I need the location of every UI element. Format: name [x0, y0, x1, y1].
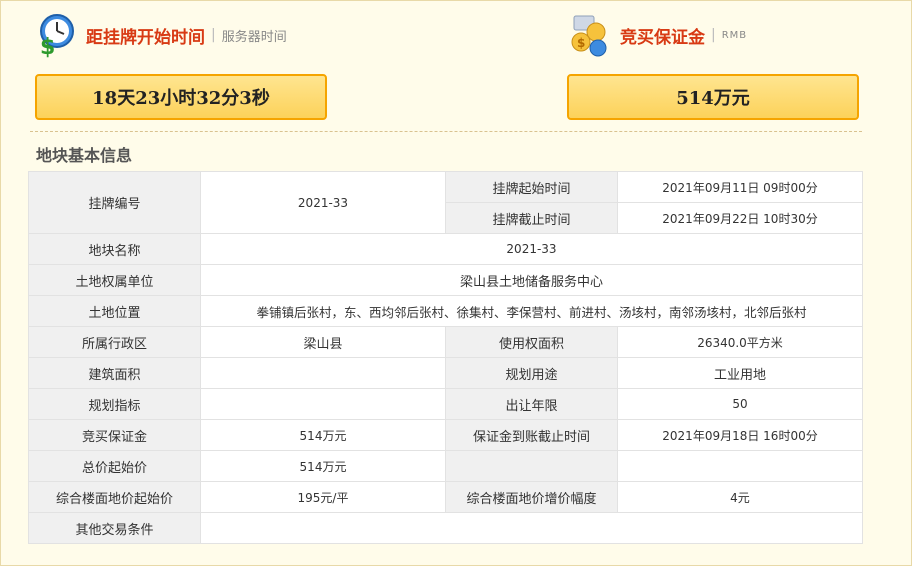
cell-label: 竞买保证金 — [28, 419, 201, 451]
countdown-title: 距挂牌开始时间 — [86, 27, 205, 48]
table-row: 综合楼面地价起始价 195元/平 综合楼面地价增价幅度 4元 — [28, 481, 863, 513]
cell-label: 总价起始价 — [28, 450, 201, 482]
cell-label: 使用权面积 — [445, 326, 618, 358]
cell-value — [617, 450, 863, 482]
cell-label: 保证金到账截止时间 — [445, 419, 618, 451]
coins-icon: $ — [571, 15, 607, 57]
cell-value: 26340.0平方米 — [617, 326, 863, 358]
cell-value: 2021-33 — [200, 171, 446, 234]
table-row: 所属行政区 梁山县 使用权面积 26340.0平方米 — [28, 326, 863, 358]
deposit-title: 竞买保证金 — [620, 27, 705, 48]
cell-value: 2021年09月18日 16时00分 — [617, 419, 863, 451]
cell-label: 规划指标 — [28, 388, 201, 420]
table-row: 土地位置 拳铺镇后张村，东、西均邻后张村、徐集村、李保营村、前进村、汤垓村，南邻… — [28, 295, 863, 327]
cell-label: 规划用途 — [445, 357, 618, 389]
table-row: 建筑面积 规划用途 工业用地 — [28, 357, 863, 389]
land-info-table: 挂牌编号 2021-33 挂牌起始时间 2021年09月11日 09时00分 挂… — [28, 171, 863, 544]
svg-text:$: $ — [577, 36, 585, 50]
header-separator: | — [211, 27, 216, 43]
table-row: 地块名称 2021-33 — [28, 233, 863, 265]
cell-label: 地块名称 — [28, 233, 201, 265]
cell-value — [200, 388, 446, 420]
deposit-amount: 514万元 — [567, 74, 859, 120]
cell-label: 土地位置 — [28, 295, 201, 327]
cell-label — [445, 450, 618, 482]
cell-value: 514万元 — [200, 419, 446, 451]
cell-value: 2021-33 — [200, 233, 863, 265]
cell-value: 2021年09月11日 09时00分 — [617, 171, 863, 203]
cell-label: 挂牌截止时间 — [445, 202, 618, 234]
cell-label: 综合楼面地价增价幅度 — [445, 481, 618, 513]
cell-value: 梁山县 — [200, 326, 446, 358]
cell-value: 4元 — [617, 481, 863, 513]
cell-value: 2021年09月22日 10时30分 — [617, 202, 863, 234]
countdown-subtitle: 服务器时间 — [221, 29, 287, 45]
countdown-header: $ 距挂牌开始时间 | 服务器时间 — [30, 12, 287, 58]
deposit-header: $ 竞买保证金 | RMB — [568, 12, 747, 58]
cell-label: 出让年限 — [445, 388, 618, 420]
table-row: 总价起始价 514万元 — [28, 450, 863, 482]
cell-value: 195元/平 — [200, 481, 446, 513]
divider — [30, 131, 862, 132]
clock-money-icon: $ — [40, 14, 74, 58]
header-separator: | — [711, 27, 716, 43]
cell-label: 挂牌起始时间 — [445, 171, 618, 203]
cell-value — [200, 357, 446, 389]
svg-text:$: $ — [40, 35, 55, 58]
deposit-subtitle: RMB — [721, 29, 748, 41]
cell-value: 拳铺镇后张村，东、西均邻后张村、徐集村、李保营村、前进村、汤垓村，南邻汤垓村，北… — [200, 295, 863, 327]
cell-label: 挂牌编号 — [28, 171, 201, 234]
cell-value: 514万元 — [200, 450, 446, 482]
cell-value: 50 — [617, 388, 863, 420]
table-row: 土地权属单位 梁山县土地储备服务中心 — [28, 264, 863, 296]
table-row: 竞买保证金 514万元 保证金到账截止时间 2021年09月18日 16时00分 — [28, 419, 863, 451]
cell-value: 梁山县土地储备服务中心 — [200, 264, 863, 296]
cell-label: 综合楼面地价起始价 — [28, 481, 201, 513]
section-title: 地块基本信息 — [36, 146, 133, 165]
table-row: 挂牌编号 2021-33 挂牌起始时间 2021年09月11日 09时00分 — [28, 171, 863, 234]
cell-label: 所属行政区 — [28, 326, 201, 358]
cell-label: 其他交易条件 — [28, 512, 201, 544]
table-row: 规划指标 出让年限 50 — [28, 388, 863, 420]
countdown-value: 18天23小时32分3秒 — [35, 74, 327, 120]
cell-label: 建筑面积 — [28, 357, 201, 389]
cell-value — [200, 512, 863, 544]
cell-label: 土地权属单位 — [28, 264, 201, 296]
cell-value: 工业用地 — [617, 357, 863, 389]
table-row: 其他交易条件 — [28, 512, 863, 544]
